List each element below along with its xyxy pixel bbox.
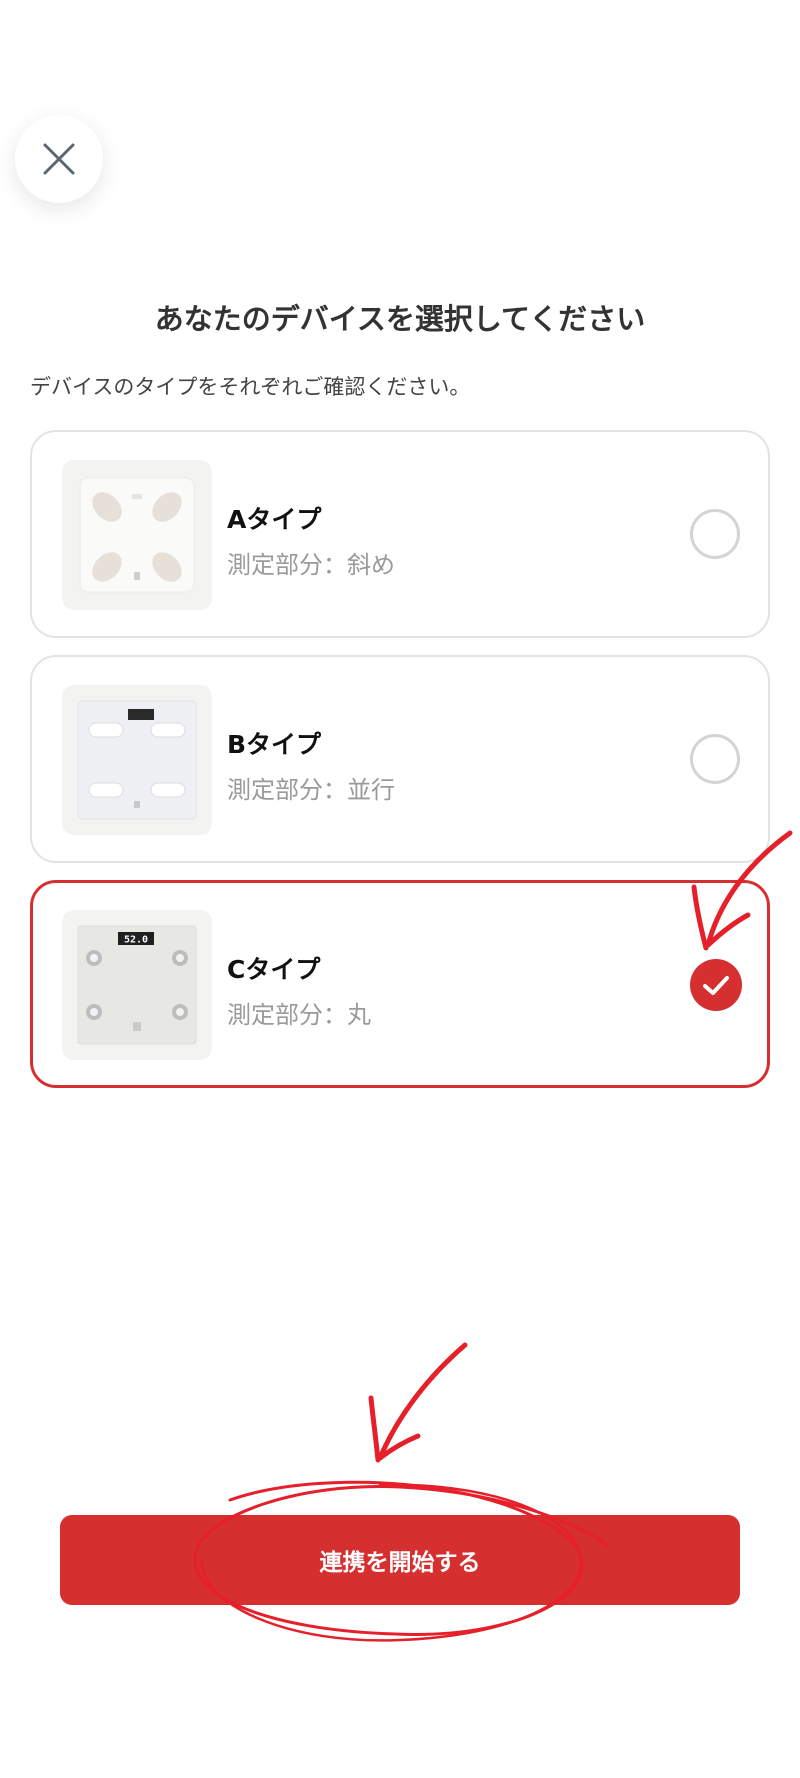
device-c-display: 52.0 [124,935,148,946]
radio-c-checked[interactable] [690,959,742,1011]
checkmark-icon [703,976,729,995]
device-card-b[interactable]: Bタイプ 測定部分：並行 [30,655,770,863]
radio-a[interactable] [690,509,740,559]
start-connection-button[interactable]: 連携を開始する [60,1515,740,1605]
device-detail-a: 測定部分：斜め [227,551,395,579]
device-image-c: 52.0 [62,910,212,1060]
page-title: あなたのデバイスを選択してください [154,302,646,336]
device-name-a: Aタイプ [227,505,322,534]
device-detail-c: 測定部分：丸 [227,1001,371,1029]
close-icon [43,143,75,175]
device-name-c: Cタイプ [227,955,321,984]
device-image-a [62,460,212,610]
device-card-a[interactable]: Aタイプ 測定部分：斜め [30,430,770,638]
radio-b[interactable] [690,734,740,784]
device-name-b: Bタイプ [227,730,322,759]
page-subtitle: デバイスのタイプをそれぞれご確認ください。 [30,375,471,399]
device-detail-b: 測定部分：並行 [227,776,395,804]
device-card-c[interactable]: 52.0 Cタイプ 測定部分：丸 [30,880,770,1088]
close-button[interactable] [15,115,103,203]
annotation-arrow-button [377,1342,468,1461]
device-image-b [62,685,212,835]
